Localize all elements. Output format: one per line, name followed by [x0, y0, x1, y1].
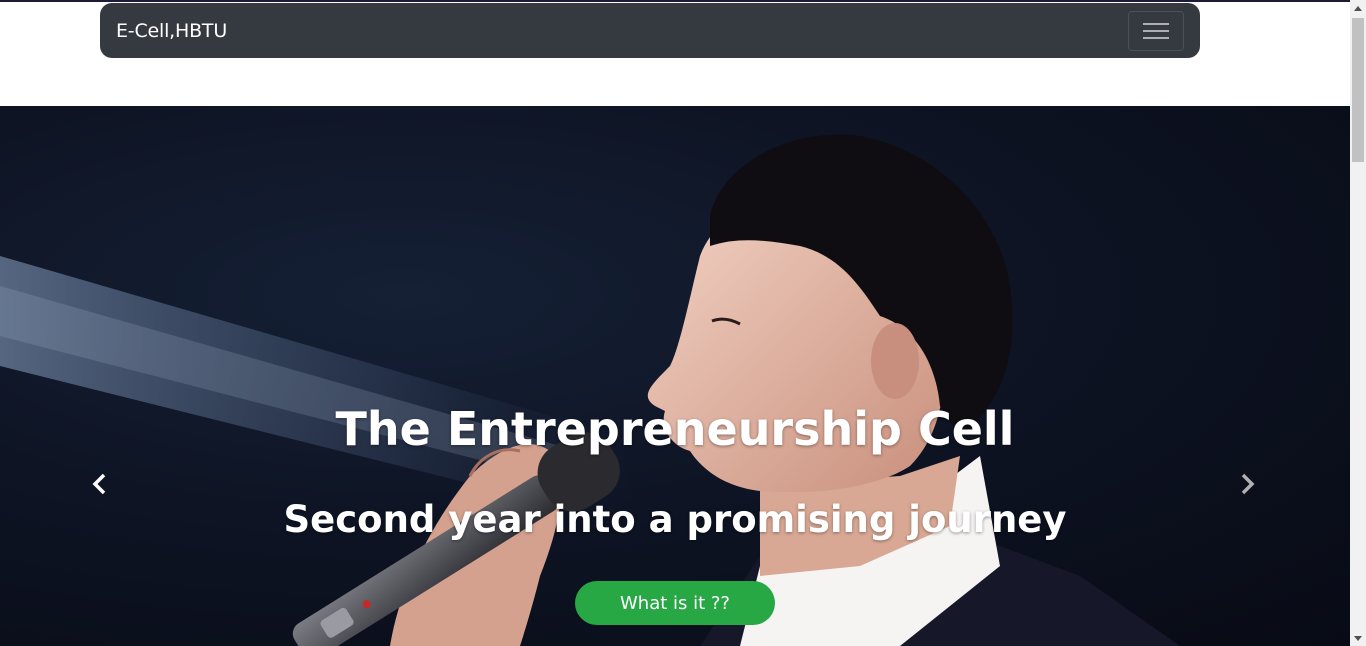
hero-title: The Entrepreneurship Cell: [335, 402, 1015, 456]
scrollbar-thumb[interactable]: [1352, 18, 1364, 162]
hero-carousel: The Entrepreneurship Cell Second year in…: [0, 106, 1350, 646]
what-is-it-button[interactable]: What is it ??: [575, 581, 775, 625]
arrow-down-icon[interactable]: [1350, 630, 1366, 646]
hero-subtitle: Second year into a promising journey: [283, 498, 1067, 541]
hamburger-menu-icon: [1143, 20, 1169, 42]
carousel-prev-button[interactable]: [80, 466, 120, 506]
top-border: [0, 0, 1350, 2]
hero-background-image: [0, 134, 1180, 646]
arrow-up-icon[interactable]: [1350, 0, 1366, 16]
chevron-left-icon: [91, 473, 109, 499]
chevron-right-icon: [1238, 473, 1256, 499]
carousel-next-button[interactable]: [1227, 466, 1267, 506]
navbar: E-Cell,HBTU: [100, 3, 1200, 58]
brand-link[interactable]: E-Cell,HBTU: [116, 20, 227, 42]
page-scrollbar[interactable]: [1350, 0, 1366, 646]
navbar-toggler-button[interactable]: [1128, 10, 1184, 51]
